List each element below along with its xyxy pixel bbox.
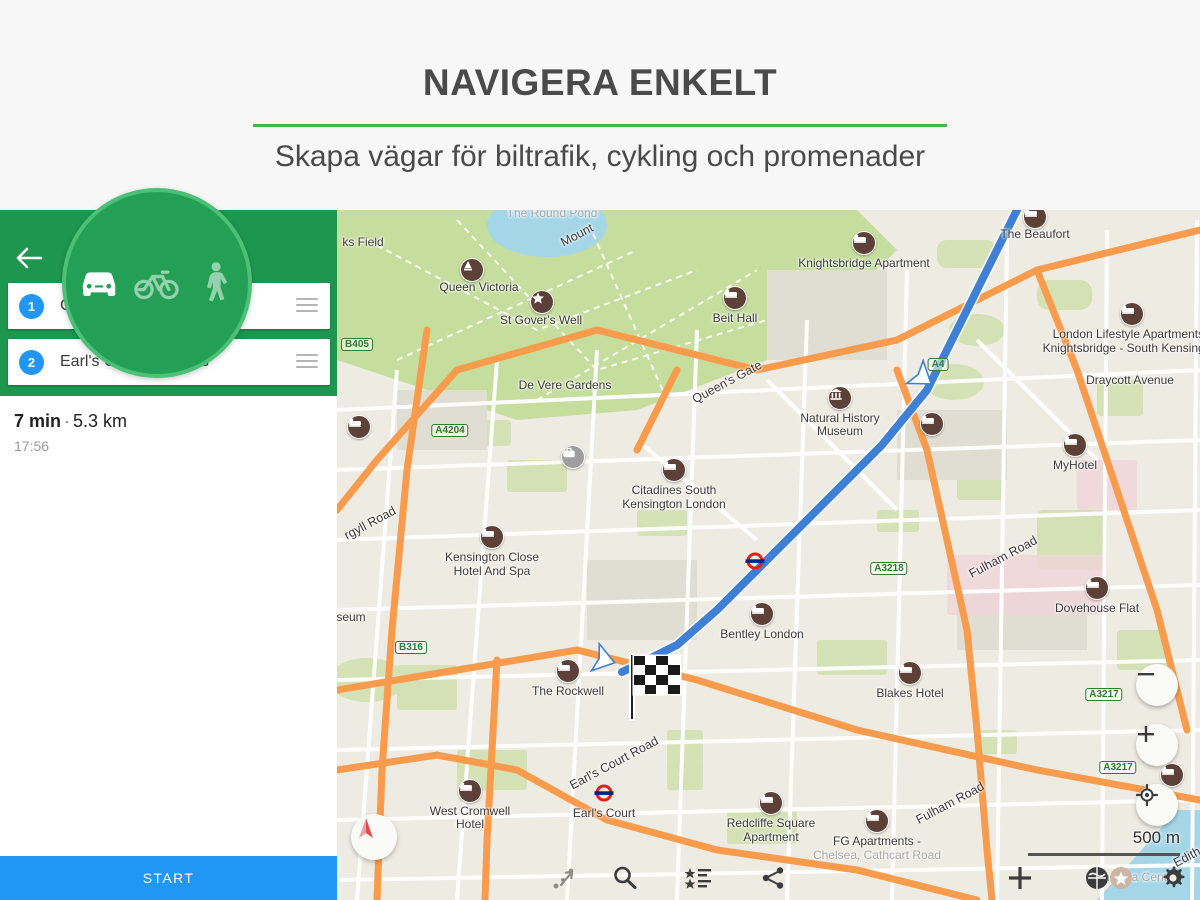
hotel-icon[interactable] <box>723 286 747 310</box>
hotel-icon[interactable] <box>750 602 774 626</box>
share-button[interactable] <box>755 860 791 896</box>
share-icon <box>762 867 784 889</box>
back-arrow-icon <box>16 247 43 269</box>
map-label: B316 <box>395 641 427 654</box>
page-subtitle: Skapa vägar för biltrafik, cykling och p… <box>274 140 926 173</box>
search-button[interactable] <box>607 860 643 896</box>
directions-button[interactable] <box>547 860 583 896</box>
hotel-icon[interactable] <box>759 791 783 815</box>
plus-icon <box>1009 867 1031 889</box>
hotel-icon[interactable] <box>480 525 504 549</box>
bottom-toolbar <box>337 855 1200 900</box>
drag-handle-icon[interactable] <box>296 298 318 314</box>
trip-summary: 7 min · 5.3 km 17:56 <box>0 396 337 454</box>
map-label: A3218 <box>870 562 908 575</box>
title-divider <box>253 124 947 127</box>
layers-button[interactable] <box>1082 860 1142 896</box>
my-location-button[interactable] <box>1136 784 1178 826</box>
favorites-list-icon <box>684 868 711 889</box>
map-scale: 500 m <box>1028 828 1180 856</box>
hotel-icon[interactable] <box>1120 302 1144 326</box>
gear-icon <box>1163 866 1185 888</box>
pedestrian-icon[interactable] <box>189 257 241 309</box>
promo-header: NAVIGERA ENKELT Skapa vägar för biltrafi… <box>0 0 1200 210</box>
add-button[interactable] <box>1002 860 1038 896</box>
back-button[interactable] <box>14 243 50 279</box>
briefcase-icon[interactable] <box>561 445 585 469</box>
bicycle-icon[interactable] <box>131 257 183 309</box>
map-label: A3217 <box>1085 688 1123 701</box>
hotel-icon[interactable] <box>898 661 922 685</box>
museum-icon[interactable] <box>828 386 852 410</box>
settings-button[interactable] <box>1155 860 1191 896</box>
map-label: A3217 <box>1099 761 1137 774</box>
hotel-icon[interactable] <box>662 458 686 482</box>
search-icon <box>614 866 637 890</box>
hotel-icon[interactable] <box>556 659 580 683</box>
tube-station-icon[interactable] <box>745 551 766 572</box>
hotel-icon[interactable] <box>1160 763 1184 787</box>
trip-eta: 17:56 <box>14 438 50 454</box>
compass-button[interactable] <box>351 814 397 860</box>
map-label: B405 <box>341 338 373 351</box>
map-canvas[interactable]: The Round Pond ks Field Mount Queen Victori… <box>337 210 1200 900</box>
favorites-button[interactable] <box>680 860 716 896</box>
travel-mode-magnifier <box>62 188 252 378</box>
zoom-out-button[interactable] <box>1136 664 1178 706</box>
drag-handle-icon[interactable] <box>296 354 318 370</box>
start-button[interactable]: START <box>0 856 337 900</box>
car-icon[interactable] <box>73 257 125 309</box>
tube-station-icon[interactable] <box>594 783 615 804</box>
page-title: NAVIGERA ENKELT <box>422 62 778 103</box>
scale-label: 500 m <box>1132 828 1180 847</box>
star-icon[interactable] <box>530 290 554 314</box>
hotel-icon[interactable] <box>865 809 889 833</box>
hotel-icon[interactable] <box>1063 433 1087 457</box>
hotel-icon[interactable] <box>852 231 876 255</box>
hotel-icon[interactable] <box>920 412 944 436</box>
monument-icon[interactable] <box>460 258 484 282</box>
trip-duration: 7 min <box>14 411 62 431</box>
globe-star-icon <box>1086 867 1132 889</box>
app-root: NAVIGERA ENKELT Skapa vägar för biltrafi… <box>0 0 1200 900</box>
hotel-icon[interactable] <box>347 415 371 439</box>
trip-distance: 5.3 km <box>73 411 128 431</box>
hotel-icon[interactable] <box>1085 576 1109 600</box>
route-point-badge: 2 <box>19 350 44 375</box>
my-location-icon <box>1136 784 1158 806</box>
compass-needle-icon <box>359 818 373 838</box>
map-label: A4204 <box>431 424 469 437</box>
zoom-in-button[interactable] <box>1136 724 1178 766</box>
route-arrow-icon <box>553 868 574 889</box>
trip-separator: · <box>64 411 71 431</box>
hotel-icon[interactable] <box>458 779 482 803</box>
minus-icon <box>1138 673 1154 676</box>
route-point-badge: 1 <box>19 294 44 319</box>
map-label: A4 <box>927 358 949 371</box>
plus-icon <box>1138 726 1154 742</box>
